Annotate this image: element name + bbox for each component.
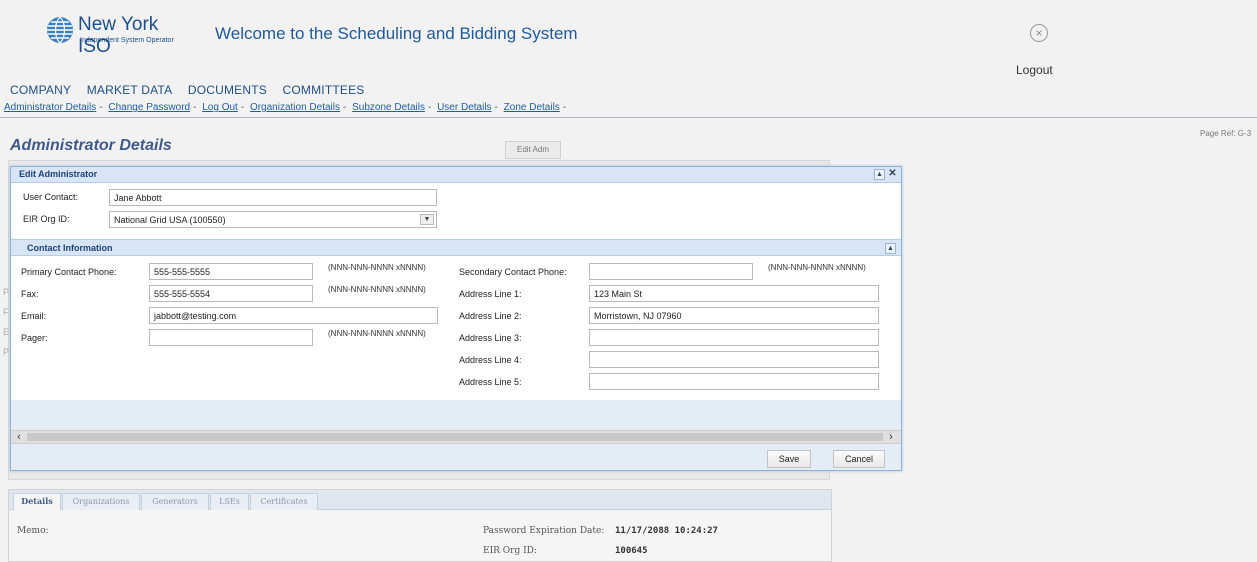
- tab-organizations[interactable]: Organizations: [62, 493, 140, 510]
- address5-label: Address Line 5:: [459, 377, 522, 387]
- page-title: Administrator Details: [10, 137, 172, 154]
- bg-label: F: [3, 307, 9, 317]
- bg-label: P: [3, 347, 10, 357]
- address3-label: Address Line 3:: [459, 333, 522, 343]
- chevron-right-icon[interactable]: ›: [885, 431, 897, 443]
- eir-org-label: EIR Org ID:: [23, 214, 70, 224]
- address2-label: Address Line 2:: [459, 311, 522, 321]
- dialog-header: Edit Administrator ▲ ✕: [11, 167, 901, 183]
- collapse-up-icon[interactable]: ▲: [885, 243, 896, 254]
- fax-format-hint: (NNN-NNN-NNNN xNNNN): [328, 285, 426, 294]
- pager-label: Pager:: [21, 333, 48, 343]
- details-eir-org-value: 100645: [615, 546, 648, 556]
- secondary-phone-hint: (NNN-NNN-NNNN xNNNN): [768, 263, 866, 272]
- tab-generators[interactable]: Generators: [141, 493, 209, 510]
- phone-format-hint: (NNN-NNN-NNNN xNNNN): [328, 263, 426, 272]
- address1-label: Address Line 1:: [459, 289, 522, 299]
- bg-label: E: [3, 327, 10, 337]
- subnav-user-details[interactable]: User Details: [437, 102, 491, 113]
- sub-nav: Administrator Details - Change Password - …: [4, 102, 567, 113]
- logout-link[interactable]: Logout: [1016, 63, 1053, 77]
- nav-committees[interactable]: COMMITTEES: [283, 83, 365, 97]
- main-nav: COMPANY MARKET DATA DOCUMENTS COMMITTEES: [10, 83, 377, 97]
- address3-field[interactable]: [589, 329, 879, 346]
- address4-field[interactable]: [589, 351, 879, 368]
- dialog-title: Edit Administrator: [19, 169, 98, 179]
- nyiso-logo[interactable]: New York ISO Independent System Operator: [46, 12, 196, 57]
- email-field[interactable]: jabbott@testing.com: [149, 307, 438, 324]
- address1-field[interactable]: 123 Main St: [589, 285, 879, 302]
- memo-label: Memo:: [17, 526, 49, 536]
- details-eir-org-label: EIR Org ID:: [483, 546, 537, 556]
- address4-label: Address Line 4:: [459, 355, 522, 365]
- email-label: Email:: [21, 311, 47, 321]
- cancel-button[interactable]: Cancel: [833, 450, 885, 468]
- subnav-zone-details[interactable]: Zone Details: [504, 102, 560, 113]
- close-icon[interactable]: ✕: [887, 169, 898, 180]
- secondary-phone-label: Secondary Contact Phone:: [459, 267, 567, 277]
- bg-label: P: [3, 287, 10, 297]
- welcome-title: Welcome to the Scheduling and Bidding Sy…: [215, 24, 578, 43]
- details-tabs-panel: Details Organizations Generators LSEs Ce…: [8, 489, 832, 562]
- edit-administrator-dialog: Edit Administrator ▲ ✕ User Contact: Jan…: [10, 166, 902, 471]
- fax-label: Fax:: [21, 289, 39, 299]
- eir-org-selected: National Grid USA (100550): [114, 215, 226, 225]
- logo-name: New York ISO: [78, 14, 159, 57]
- subnav-change-password[interactable]: Change Password: [108, 102, 190, 113]
- chevron-down-icon[interactable]: ▼: [420, 214, 434, 225]
- page-ref: Page Ref: G-3: [1200, 129, 1252, 138]
- tab-details[interactable]: Details: [13, 493, 61, 510]
- password-expiration-value: 11/17/2088 10:24:27: [615, 526, 718, 536]
- collapse-up-icon[interactable]: ▲: [874, 169, 885, 180]
- save-button[interactable]: Save: [767, 450, 811, 468]
- edit-adm-button[interactable]: Edit Adm: [505, 141, 561, 159]
- eir-org-select[interactable]: National Grid USA (100550) ▼: [109, 211, 437, 228]
- chevron-left-icon[interactable]: ‹: [13, 431, 25, 443]
- address5-field[interactable]: [589, 373, 879, 390]
- user-contact-label: User Contact:: [23, 192, 79, 202]
- nav-documents[interactable]: DOCUMENTS: [188, 83, 267, 97]
- nav-market-data[interactable]: MARKET DATA: [87, 83, 173, 97]
- subnav-organization-details[interactable]: Organization Details: [250, 102, 340, 113]
- primary-phone-field[interactable]: 555-555-5555: [149, 263, 313, 280]
- pager-format-hint: (NNN-NNN-NNNN xNNNN): [328, 329, 426, 338]
- globe-icon: [47, 16, 73, 44]
- logo-subtitle: Independent System Operator: [80, 37, 174, 44]
- secondary-phone-field[interactable]: [589, 263, 753, 280]
- subnav-log-out[interactable]: Log Out: [202, 102, 238, 113]
- subnav-subzone-details[interactable]: Subzone Details: [352, 102, 425, 113]
- tab-lses[interactable]: LSEs: [210, 493, 249, 510]
- contact-info-header: Contact Information ▲: [11, 239, 901, 256]
- tab-strip: Details Organizations Generators LSEs Ce…: [9, 490, 831, 510]
- nav-company[interactable]: COMPANY: [10, 83, 71, 97]
- horizontal-scrollbar[interactable]: ‹ ›: [11, 430, 901, 444]
- header-divider: [0, 117, 1257, 118]
- user-contact-field[interactable]: Jane Abbott: [109, 189, 437, 206]
- address2-field[interactable]: Morristown, NJ 07960: [589, 307, 879, 324]
- scroll-thumb[interactable]: [27, 433, 883, 441]
- pager-field[interactable]: [149, 329, 313, 346]
- contact-info-title: Contact Information: [27, 243, 113, 253]
- password-expiration-label: Password Expiration Date:: [483, 526, 605, 536]
- fax-field[interactable]: 555-555-5554: [149, 285, 313, 302]
- tab-certificates[interactable]: Certificates: [250, 493, 318, 510]
- primary-phone-label: Primary Contact Phone:: [21, 267, 117, 277]
- subnav-administrator-details[interactable]: Administrator Details: [4, 102, 96, 113]
- close-icon[interactable]: ×: [1030, 24, 1048, 42]
